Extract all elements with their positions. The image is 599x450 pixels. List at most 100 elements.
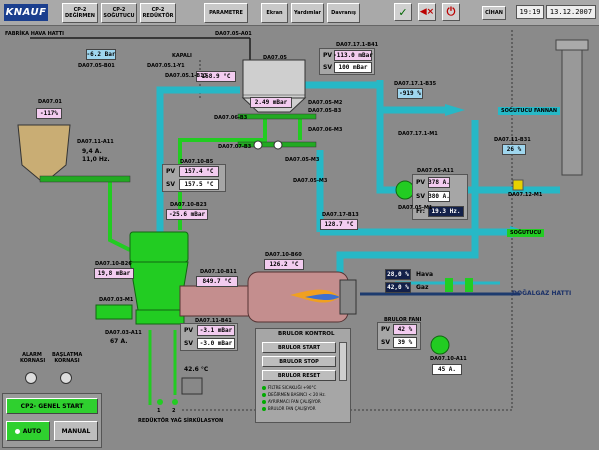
burner-fan bbox=[430, 335, 450, 355]
air-pressure-value: -6.2 Bar bbox=[86, 49, 116, 60]
general-start-button[interactable]: CP2- GENEL START bbox=[6, 398, 98, 414]
sogutucu-label: SOĞUTUCU bbox=[507, 229, 545, 237]
mill-body bbox=[129, 261, 189, 311]
oil-temp: 42.6 °C bbox=[184, 366, 209, 373]
tag-label: DA07.12-M1 bbox=[508, 192, 543, 198]
tag-label: DA07.10-B60 bbox=[265, 252, 302, 258]
sv-value[interactable]: 380 A. bbox=[428, 191, 450, 202]
burner-fan-amps: 45 A. bbox=[432, 364, 462, 375]
sv-value[interactable]: 100 mBar bbox=[334, 62, 372, 73]
chimney-cap bbox=[555, 39, 589, 51]
filter-screw bbox=[237, 113, 317, 120]
gaz-label: Gaz bbox=[416, 284, 429, 291]
feeder-amps: 9,4 A. bbox=[82, 148, 102, 155]
tag-label: DA07.05-M3 bbox=[285, 157, 320, 163]
fan-arrow bbox=[445, 104, 465, 116]
pv-value: 157.4 °C bbox=[179, 166, 219, 177]
tag-label: DA07.05-A01 bbox=[215, 31, 252, 37]
sensor-2-label: 2 bbox=[172, 408, 176, 414]
feed-pipe bbox=[108, 180, 131, 252]
temp-controller-panel: PV 157.4 °C SV 157.5 °C bbox=[162, 164, 226, 192]
reduktor-label: REDÜKTÖR YAĞ SİRKÜLASYON bbox=[138, 418, 224, 424]
pv-value: 42 % bbox=[393, 324, 417, 335]
cooler-fan-label: SOĞUTUCU FANNAN bbox=[498, 107, 561, 115]
mill-amps: 67 A. bbox=[110, 338, 128, 345]
burner-head bbox=[339, 279, 357, 315]
auto-label: AUTO bbox=[22, 427, 42, 435]
sv-value[interactable]: 39 % bbox=[393, 337, 417, 348]
alarm-horn-icon[interactable] bbox=[25, 372, 37, 384]
tag-label: DA07.05-M3 bbox=[293, 178, 328, 184]
tag-label: DA07.10-B26 bbox=[95, 261, 132, 267]
tag-label: DA07.05-M2 bbox=[308, 100, 343, 106]
tag-label: DA07.10-A11 bbox=[430, 356, 467, 362]
filter-body bbox=[242, 59, 306, 99]
oil-sensor bbox=[157, 399, 163, 405]
sv-label: SV bbox=[416, 193, 425, 200]
mill-base bbox=[135, 309, 185, 325]
furnace-pressure-panel: PV -3.1 mBar SV -3.0 mBar bbox=[180, 323, 238, 351]
burner-control-title: BRULOR KONTROL bbox=[278, 331, 335, 337]
pressure-controller-panel: PV -113.0 mBar SV 100 mBar bbox=[319, 48, 375, 75]
tag-label: DA07.05.1-Y1 bbox=[147, 63, 185, 69]
tag-label: DA07.05-B3 bbox=[308, 108, 342, 114]
tag-label: DA07.01 bbox=[38, 99, 62, 105]
burner-fan-panel: PV 42 % SV 39 % bbox=[377, 322, 421, 350]
tag-label: DA07.17-B13 bbox=[322, 212, 359, 218]
pv-label: PV bbox=[166, 168, 176, 175]
chimney bbox=[561, 44, 583, 176]
burner-control-panel: BRULOR KONTROL BRULOR START BRULOR STOP … bbox=[255, 328, 351, 423]
burner-status-lamps bbox=[339, 342, 347, 381]
pv-label: PV bbox=[323, 52, 333, 59]
pv-value: 378 A. bbox=[428, 177, 450, 188]
manual-button[interactable]: MANUAL bbox=[54, 421, 98, 441]
sv-value[interactable]: -3.0 mBar bbox=[197, 338, 235, 349]
tag-label: DA07.06-B3 bbox=[214, 115, 248, 121]
burner-reset-button[interactable]: BRULOR RESET bbox=[262, 370, 336, 381]
tag-label: DA07.10-B11 bbox=[200, 269, 237, 275]
cooler-temp-value: 128.7 °C bbox=[320, 219, 358, 230]
tag-label: DA07.07-B3 bbox=[218, 144, 252, 150]
status-label: KAPALI bbox=[172, 53, 192, 59]
gas-line-label: DOĞALGAZ HATTI bbox=[512, 290, 572, 297]
tag-label: DA07.17.1-M1 bbox=[398, 131, 438, 137]
interlock-item: AYRIRMACI FAN ÇALIŞIYOR bbox=[262, 399, 321, 404]
gas-valve bbox=[445, 278, 453, 292]
mill-motor bbox=[95, 304, 133, 320]
sv-label: SV bbox=[166, 181, 175, 188]
burner-stop-button[interactable]: BRULOR STOP bbox=[262, 356, 336, 367]
auto-button[interactable]: AUTO bbox=[6, 421, 50, 441]
feeder-hz: 11,0 Hz. bbox=[82, 156, 110, 163]
pv-label: PV bbox=[381, 326, 391, 333]
radio-icon bbox=[14, 428, 20, 434]
valve bbox=[273, 140, 283, 150]
chimney-damper-percent: 26 % bbox=[502, 144, 526, 155]
pv-value: -3.1 mBar bbox=[197, 325, 235, 336]
hava-label: Hava bbox=[416, 271, 434, 278]
pv-label: PV bbox=[416, 179, 426, 186]
sv-value[interactable]: 157.5 °C bbox=[179, 179, 219, 190]
interlock-item: DEĞİRMEN BASINCI < 20 Hz. bbox=[262, 392, 326, 397]
alarm-horn-label: ALARM KORNASI bbox=[20, 352, 46, 364]
oil-sensor bbox=[172, 399, 178, 405]
air-percent: 28,0 % bbox=[385, 269, 411, 280]
pv-label: PV bbox=[184, 327, 194, 334]
interlock-item: FİLTRE SICAKLIĞI +90°C bbox=[262, 385, 316, 390]
sv-label: SV bbox=[381, 339, 390, 346]
tag-label: DA07.06-M3 bbox=[308, 127, 343, 133]
interlock-item: BRULOR FAN ÇALIŞIYOR bbox=[262, 406, 315, 411]
air-line-label: FABRİKA HAVA HATTI bbox=[5, 31, 65, 37]
pv-value: -113.0 mBar bbox=[333, 50, 373, 61]
mill-outlet-pressure: 19,8 mBar bbox=[94, 268, 134, 279]
mill-top bbox=[129, 231, 189, 263]
start-horn-label: BAŞLATMA KORNASI bbox=[52, 352, 83, 364]
tag-label: DA07.05.1-B13 bbox=[165, 73, 208, 79]
tag-label: DA07.17.1-B35 bbox=[394, 81, 437, 87]
valve bbox=[253, 140, 263, 150]
burner-start-button[interactable]: BRULOR START bbox=[262, 342, 336, 353]
tag-label: DA07.11-A11 bbox=[77, 139, 114, 145]
start-horn-icon[interactable] bbox=[60, 372, 72, 384]
freq-value: 19.3 Hz. bbox=[428, 206, 464, 217]
fan-controller-panel: PV 378 A. SV 380 A. Fr: 19.3 Hz. bbox=[412, 174, 468, 220]
gas-percent: 42,0 % bbox=[385, 282, 411, 293]
